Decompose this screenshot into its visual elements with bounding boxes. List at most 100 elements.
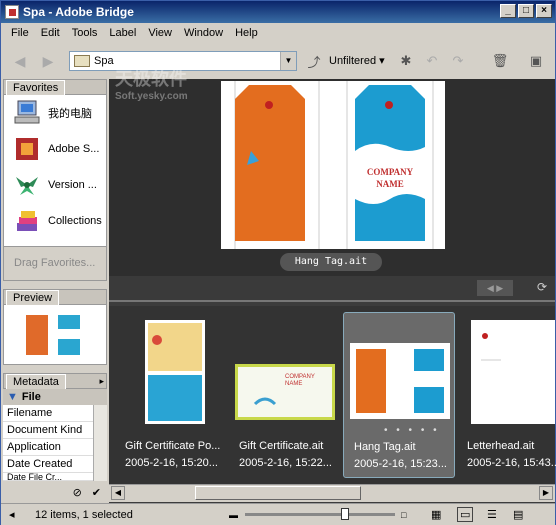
up-folder-icon[interactable]: ⤴ xyxy=(305,53,323,70)
favorites-tabbar: Favorites xyxy=(3,79,107,95)
favorite-item-my-computer[interactable]: 我的电脑 xyxy=(4,95,106,131)
favorite-item-collections[interactable]: Collections xyxy=(4,203,106,239)
toggle-panels-icon[interactable]: ◂ xyxy=(9,508,23,521)
horizontal-scrollbar[interactable]: ◀ ▶ xyxy=(109,484,555,502)
watermark-line-1: 天极软件 xyxy=(115,69,187,89)
scroll-left-icon[interactable]: ◀ xyxy=(111,486,125,500)
favorite-item-version-cue[interactable]: Version ... xyxy=(4,167,106,203)
tab-preview[interactable]: Preview xyxy=(6,289,60,305)
rotate-left-icon[interactable]: ↶ xyxy=(423,53,441,69)
triangle-down-icon: ▼ xyxy=(7,391,18,403)
filter-label: Unfiltered xyxy=(329,55,377,67)
favorite-label: Adobe S... xyxy=(48,143,100,155)
preview-caption: Hang Tag.ait xyxy=(280,253,382,271)
thumbnail-date: 2005-2-16, 15:20... xyxy=(125,457,218,469)
metadata-scrollbar[interactable] xyxy=(93,405,107,481)
thumbnail-item-selected[interactable]: • • • • • Hang Tag.ait 2005-2-16, 15:23.… xyxy=(343,312,455,478)
computer-icon xyxy=(12,99,42,127)
preview-tabbar: Preview xyxy=(3,289,107,305)
content-area: COMPANY NAME Hang Tag.ait 天极软件 Soft.yesk… xyxy=(109,69,556,503)
thumbnails-view-icon[interactable]: ▦ xyxy=(431,508,441,521)
favorite-item-adobe-stock[interactable]: Adobe S... xyxy=(4,131,106,167)
left-panel: Favorites 我的电脑 Adobe S... Version ... Co… xyxy=(3,79,107,503)
metadata-field[interactable]: Document Kind xyxy=(3,422,107,439)
thumbnail-size-slider[interactable] xyxy=(245,513,395,516)
thumbnail-image xyxy=(471,320,555,424)
zoom-in-icon[interactable]: □ xyxy=(401,510,406,520)
favorite-label: 我的电脑 xyxy=(48,108,92,120)
thumbnail-image xyxy=(350,343,450,419)
filter-dropdown[interactable]: Unfiltered ▾ xyxy=(329,54,385,67)
drag-favorites-hint: Drag Favorites... xyxy=(3,247,107,281)
new-folder-icon[interactable]: ✱ xyxy=(397,53,415,69)
menu-file[interactable]: File xyxy=(5,27,35,39)
favorites-list: 我的电脑 Adobe S... Version ... Collections xyxy=(3,95,107,247)
metadata-section-label: File xyxy=(21,391,41,403)
minimize-button[interactable]: _ xyxy=(500,4,516,18)
rating-dots[interactable]: • • • • • xyxy=(384,425,440,436)
prev-next-buttons[interactable]: ◀ ▶ xyxy=(477,280,513,296)
company-line-1: COMPANY xyxy=(367,167,414,177)
menu-edit[interactable]: Edit xyxy=(35,27,66,39)
zoom-out-icon[interactable]: ▬ xyxy=(229,510,238,520)
company-line-2: NAME xyxy=(376,179,404,189)
forward-arrow-icon[interactable]: ▶ xyxy=(39,52,57,70)
filmstrip-toolbar: ◀ ▶ ⟳ xyxy=(109,276,555,302)
thumbnail-name: Letterhead.ait xyxy=(467,440,535,452)
chevron-down-icon[interactable]: ▼ xyxy=(280,52,296,70)
thumbnail-strip: Gift Certificate Po... 2005-2-16, 15:20.… xyxy=(109,306,556,486)
slider-thumb[interactable] xyxy=(341,508,349,520)
thumbnail-image xyxy=(145,320,205,424)
company-line-2: NAME xyxy=(285,381,302,387)
thumbnail-item[interactable]: Letterhead.ait 2005-2-16, 15:43... xyxy=(457,312,556,478)
thumbnail-name: Gift Certificate.ait xyxy=(239,440,324,452)
favorite-label: Collections xyxy=(48,215,102,227)
close-button[interactable]: × xyxy=(536,4,552,18)
menu-label[interactable]: Label xyxy=(103,27,142,39)
thumbnail-name: Hang Tag.ait xyxy=(354,441,416,453)
thumbnail-date: 2005-2-16, 15:22... xyxy=(239,457,332,469)
scroll-thumb[interactable] xyxy=(195,486,361,500)
metadata-section-file[interactable]: ▼ File xyxy=(3,389,107,405)
metadata-field[interactable]: Date File Cr... xyxy=(3,473,107,481)
menu-window[interactable]: Window xyxy=(178,27,229,39)
menu-view[interactable]: View xyxy=(142,27,178,39)
hang-tag-preview-image: COMPANY NAME xyxy=(221,81,445,249)
trash-icon[interactable]: 🗑 xyxy=(491,53,509,69)
adobe-stock-icon xyxy=(12,135,42,163)
thumbnail-item[interactable]: COMPANY NAME Gift Certificate.ait 2005-2… xyxy=(229,312,341,478)
bridge-app-icon xyxy=(5,5,19,19)
watermark-line-2: Soft.yesky.com xyxy=(115,91,188,102)
compact-mode-icon[interactable]: ▣ xyxy=(527,53,545,69)
scroll-right-icon[interactable]: ▶ xyxy=(539,486,553,500)
versions-view-icon[interactable]: ▤ xyxy=(513,508,523,521)
favorite-label: Version ... xyxy=(48,179,97,191)
window-title: Spa - Adobe Bridge xyxy=(23,5,134,19)
cancel-icon[interactable]: ⊘ xyxy=(73,486,82,499)
filmstrip-view-icon[interactable]: ▭ xyxy=(457,507,474,522)
refresh-icon[interactable]: ⟳ xyxy=(537,280,547,294)
metadata-field[interactable]: Date Created xyxy=(3,456,107,473)
status-bar: ◂ 12 items, 1 selected ▬ □ ▦ ▭ ☰ ▤ xyxy=(1,503,555,525)
metadata-field[interactable]: Application xyxy=(3,439,107,456)
title-bar[interactable]: Spa - Adobe Bridge _ □ × xyxy=(1,1,555,23)
app-window: Spa - Adobe Bridge _ □ × File Edit Tools… xyxy=(0,0,556,525)
maximize-button[interactable]: □ xyxy=(518,4,534,18)
tab-metadata[interactable]: Metadata xyxy=(6,373,66,389)
preview-thumbnail xyxy=(22,310,86,359)
rotate-right-icon[interactable]: ↷ xyxy=(449,53,467,69)
details-view-icon[interactable]: ☰ xyxy=(487,508,497,521)
menu-help[interactable]: Help xyxy=(229,27,264,39)
panel-menu-icon[interactable]: ▸ xyxy=(99,376,104,387)
preview-panel xyxy=(3,305,107,365)
company-line-1: COMPANY xyxy=(285,374,315,380)
thumbnail-item[interactable]: Gift Certificate Po... 2005-2-16, 15:20.… xyxy=(115,312,227,478)
menu-tools[interactable]: Tools xyxy=(66,27,104,39)
tab-favorites[interactable]: Favorites xyxy=(6,79,66,95)
folder-icon xyxy=(74,55,90,67)
collections-icon xyxy=(12,207,42,235)
back-arrow-icon[interactable]: ◀ xyxy=(11,52,29,70)
metadata-field[interactable]: Filename xyxy=(3,405,107,422)
apply-check-icon[interactable]: ✔ xyxy=(92,486,101,499)
large-preview-pane: COMPANY NAME Hang Tag.ait 天极软件 Soft.yesk… xyxy=(109,69,555,276)
